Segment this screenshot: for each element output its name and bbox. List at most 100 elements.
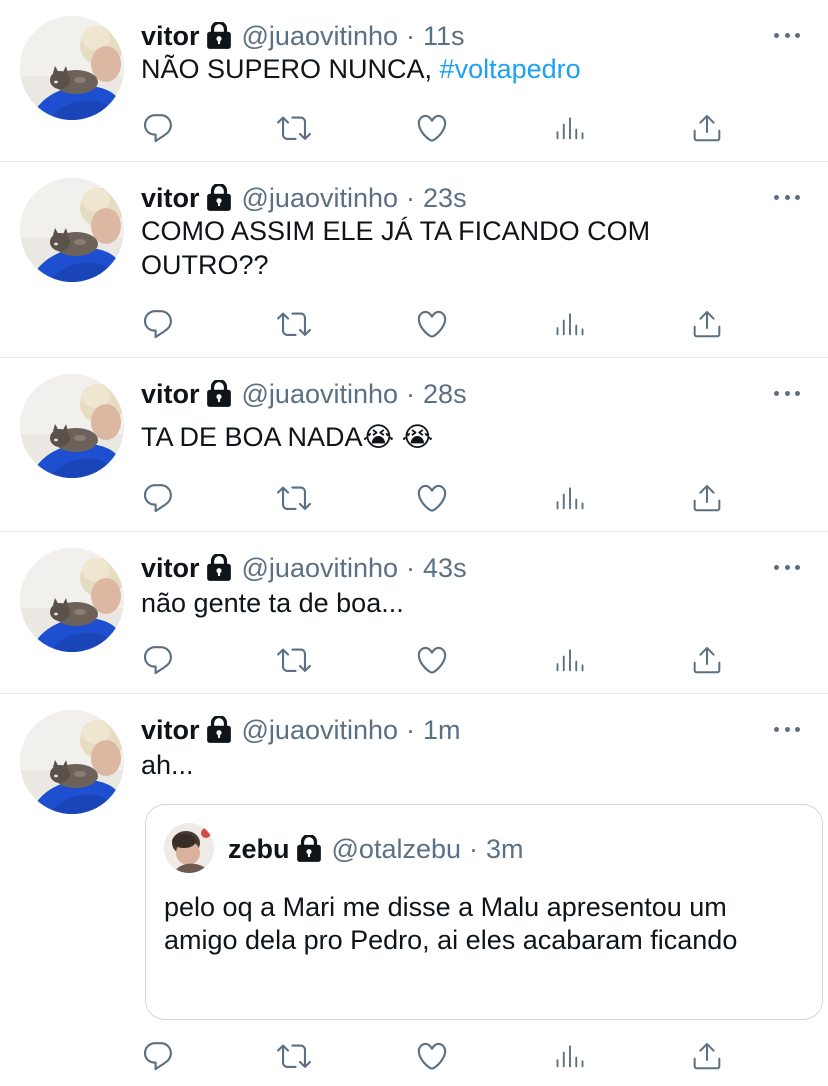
avatar[interactable]	[20, 16, 124, 120]
retweet-icon	[277, 1039, 311, 1073]
timestamp[interactable]: 23s	[423, 183, 467, 214]
avatar-image	[20, 374, 124, 478]
timestamp[interactable]: 11s	[423, 21, 465, 52]
separator: ·	[469, 833, 479, 864]
heart-icon	[415, 111, 449, 145]
handle[interactable]: @juaovitinho	[242, 379, 399, 410]
tweet[interactable]: vitor @juaovitinho · 43s não gente ta de…	[0, 532, 828, 694]
separator: ·	[406, 552, 416, 583]
share-button[interactable]	[687, 640, 727, 680]
tweet-text-plain: NÃO SUPERO NUNCA,	[141, 54, 440, 84]
retweet-button[interactable]	[274, 640, 314, 680]
lock-icon	[206, 554, 232, 582]
analytics-button[interactable]	[550, 640, 590, 680]
reply-button[interactable]	[138, 304, 178, 344]
tweet-text: COMO ASSIM ELE JÁ TA FICANDO COM OUTRO??	[141, 216, 651, 280]
display-name[interactable]: vitor	[141, 379, 200, 410]
share-button[interactable]	[687, 478, 727, 518]
tweet[interactable]: vitor @juaovitinho · 23s COMO ASSIM ELE …	[0, 162, 828, 358]
tweet-text: TA DE BOA NADA😭 😭	[141, 422, 434, 452]
retweet-button[interactable]	[274, 304, 314, 344]
reply-button[interactable]	[138, 640, 178, 680]
avatar[interactable]	[20, 178, 124, 282]
analytics-button[interactable]	[550, 1036, 590, 1076]
avatar[interactable]	[20, 374, 124, 478]
tweet-actions	[0, 304, 828, 344]
like-button[interactable]	[412, 304, 452, 344]
like-button[interactable]	[412, 1036, 452, 1076]
avatar[interactable]	[20, 710, 124, 814]
retweet-icon	[277, 643, 311, 677]
avatar-image	[20, 16, 124, 120]
handle[interactable]: @juaovitinho	[242, 715, 399, 746]
display-name[interactable]: vitor	[141, 183, 200, 214]
lock-icon	[206, 22, 232, 50]
like-button[interactable]	[412, 478, 452, 518]
reply-button[interactable]	[138, 478, 178, 518]
reply-button[interactable]	[138, 108, 178, 148]
more-icon[interactable]	[774, 388, 800, 398]
share-icon	[691, 644, 723, 676]
lock-icon	[206, 184, 232, 212]
reply-button[interactable]	[138, 1036, 178, 1076]
retweet-button[interactable]	[274, 108, 314, 148]
analytics-button[interactable]	[550, 304, 590, 344]
analytics-button[interactable]	[550, 108, 590, 148]
avatar-image	[20, 548, 124, 652]
handle[interactable]: @juaovitinho	[242, 183, 399, 214]
share-button[interactable]	[687, 108, 727, 148]
quoted-handle: @otalzebu	[331, 833, 462, 864]
avatar[interactable]	[20, 548, 124, 652]
display-name[interactable]: vitor	[141, 553, 200, 584]
more-icon[interactable]	[774, 724, 800, 734]
reply-icon	[141, 481, 175, 515]
more-icon[interactable]	[774, 30, 800, 40]
avatar-image	[20, 178, 124, 282]
separator: ·	[406, 714, 416, 745]
tweet-header: vitor @juaovitinho · 28s	[141, 376, 467, 412]
tweet-text: não gente ta de boa...	[141, 588, 404, 618]
quoted-timestamp: 3m	[486, 833, 524, 864]
timestamp[interactable]: 28s	[423, 379, 467, 410]
heart-icon	[415, 1039, 449, 1073]
quoted-display-name: zebu	[228, 833, 290, 864]
share-icon	[691, 308, 723, 340]
tweet-header: vitor @juaovitinho · 43s	[141, 550, 467, 586]
analytics-icon	[555, 1041, 585, 1071]
retweet-icon	[277, 307, 311, 341]
quoted-avatar-image	[164, 823, 214, 873]
retweet-icon	[277, 111, 311, 145]
handle[interactable]: @juaovitinho	[242, 21, 399, 52]
heart-icon	[415, 643, 449, 677]
hashtag-link[interactable]: #voltapedro	[440, 54, 581, 84]
share-button[interactable]	[687, 1036, 727, 1076]
tweet[interactable]: vitor @juaovitinho · 28s TA DE BOA NADA😭…	[0, 358, 828, 532]
like-button[interactable]	[412, 640, 452, 680]
reply-icon	[141, 307, 175, 341]
share-icon	[691, 112, 723, 144]
more-icon[interactable]	[774, 562, 800, 572]
timestamp[interactable]: 1m	[423, 715, 461, 746]
analytics-button[interactable]	[550, 478, 590, 518]
retweet-button[interactable]	[274, 1036, 314, 1076]
share-button[interactable]	[687, 304, 727, 344]
like-button[interactable]	[412, 108, 452, 148]
avatar-image	[20, 710, 124, 814]
tweet-header: vitor @juaovitinho · 1m	[141, 712, 461, 748]
more-icon[interactable]	[774, 192, 800, 202]
tweet-actions	[0, 478, 828, 518]
reply-icon	[141, 1039, 175, 1073]
display-name[interactable]: vitor	[141, 715, 200, 746]
handle[interactable]: @juaovitinho	[242, 553, 399, 584]
tweet-actions	[0, 108, 828, 148]
retweet-button[interactable]	[274, 478, 314, 518]
quoted-text: pelo oq a Mari me disse a Malu apresento…	[164, 892, 738, 955]
tweet-actions	[0, 1036, 828, 1076]
quoted-tweet[interactable]: zebu @otalzebu · 3m pelo oq a Mari me di…	[145, 804, 823, 1020]
separator: ·	[406, 182, 416, 213]
tweet[interactable]: vitor @juaovitinho · 11s NÃO SUPERO NUNC…	[0, 0, 828, 162]
reply-icon	[141, 643, 175, 677]
timestamp[interactable]: 43s	[423, 553, 467, 584]
display-name[interactable]: vitor	[141, 21, 200, 52]
share-icon	[691, 1040, 723, 1072]
